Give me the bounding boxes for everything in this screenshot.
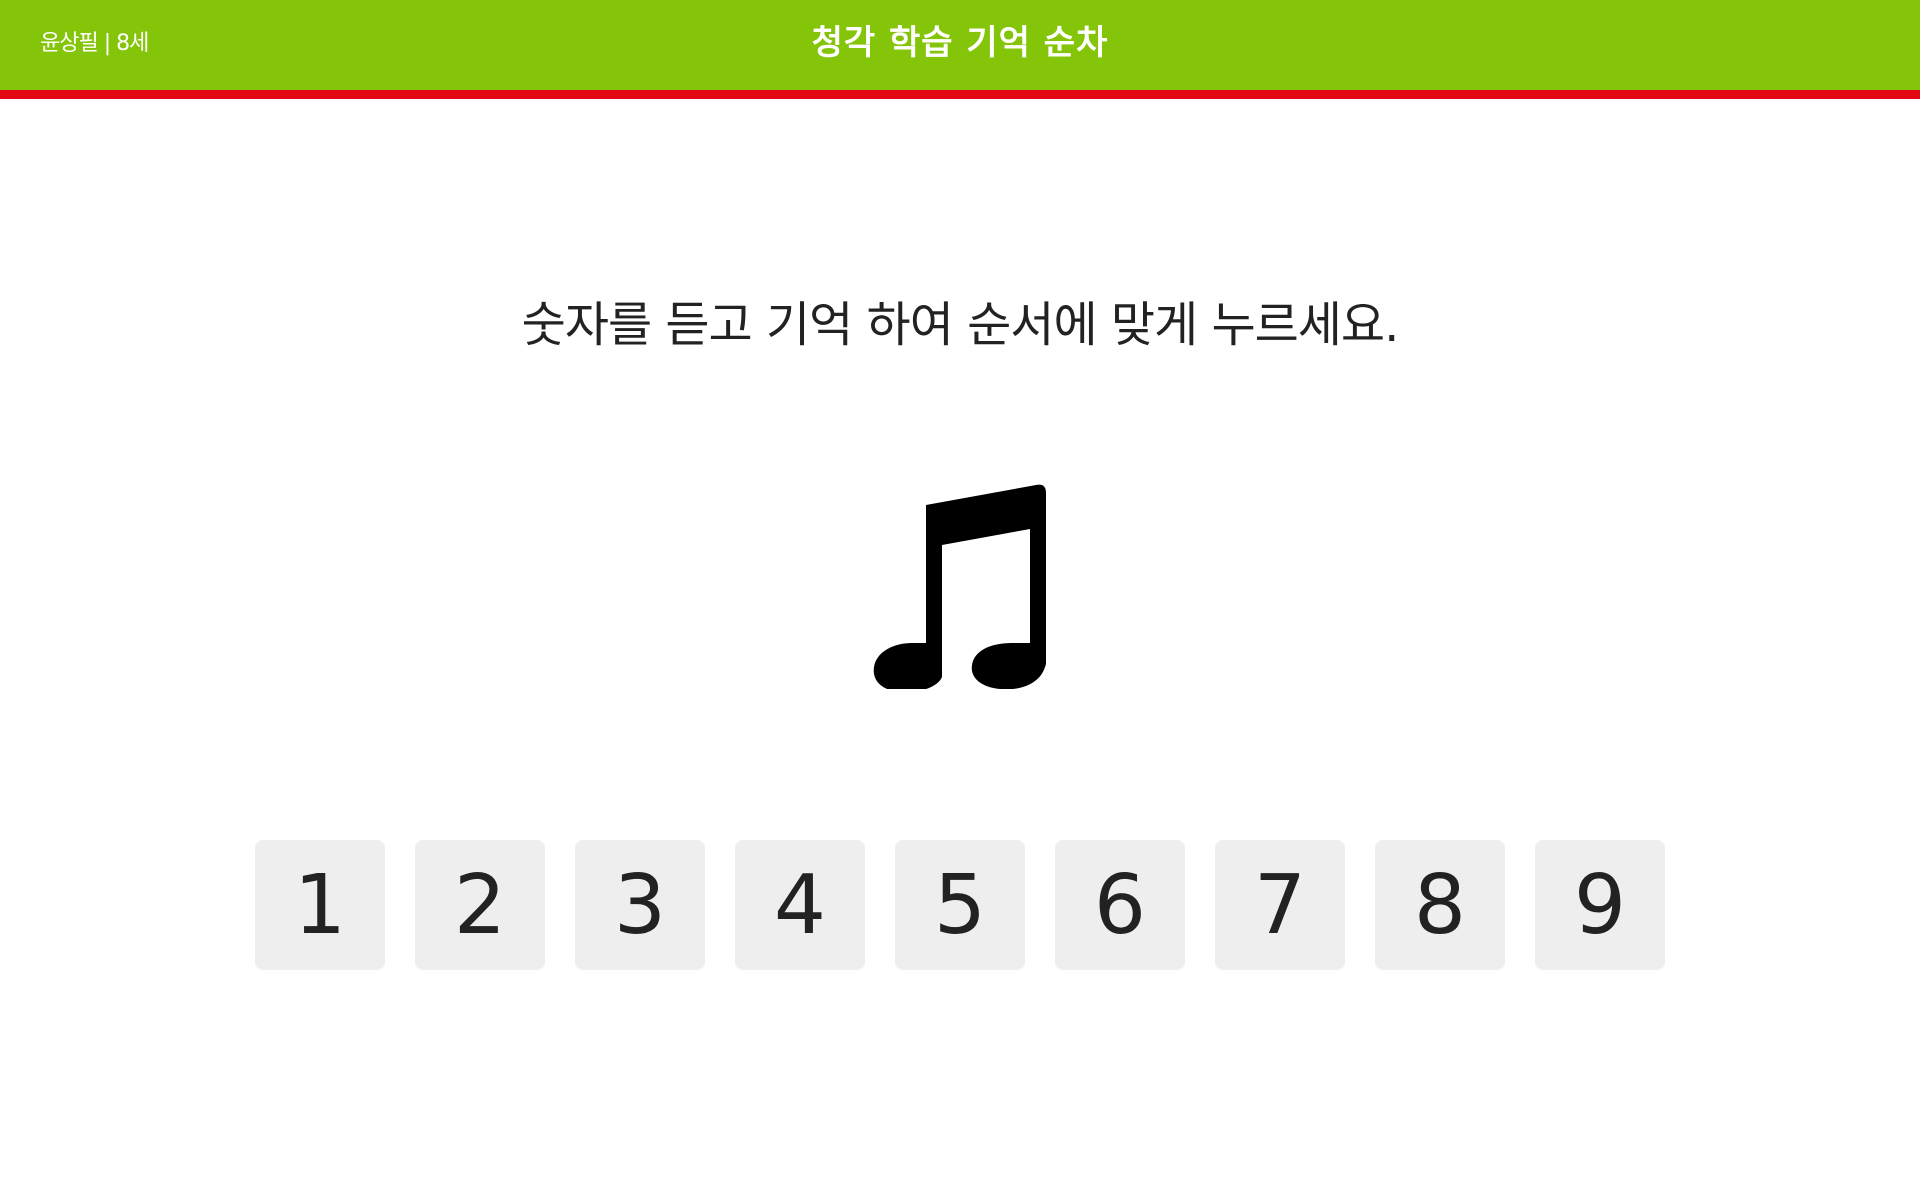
number-key-5[interactable]: 5 (895, 840, 1025, 970)
number-key-9[interactable]: 9 (1535, 840, 1665, 970)
number-key-4[interactable]: 4 (735, 840, 865, 970)
music-note-icon[interactable] (872, 483, 1048, 689)
number-key-7[interactable]: 7 (1215, 840, 1345, 970)
number-key-8[interactable]: 8 (1375, 840, 1505, 970)
number-key-1[interactable]: 1 (255, 840, 385, 970)
instruction-text: 숫자를 듣고 기억 하여 순서에 맞게 누르세요. (521, 297, 1400, 353)
number-keypad: 1 2 3 4 5 6 7 8 9 (255, 840, 1665, 970)
header-accent-line (0, 90, 1920, 99)
number-key-6[interactable]: 6 (1055, 840, 1185, 970)
number-key-2[interactable]: 2 (415, 840, 545, 970)
number-key-3[interactable]: 3 (575, 840, 705, 970)
page-title: 청각 학습 기억 순차 (811, 23, 1109, 63)
